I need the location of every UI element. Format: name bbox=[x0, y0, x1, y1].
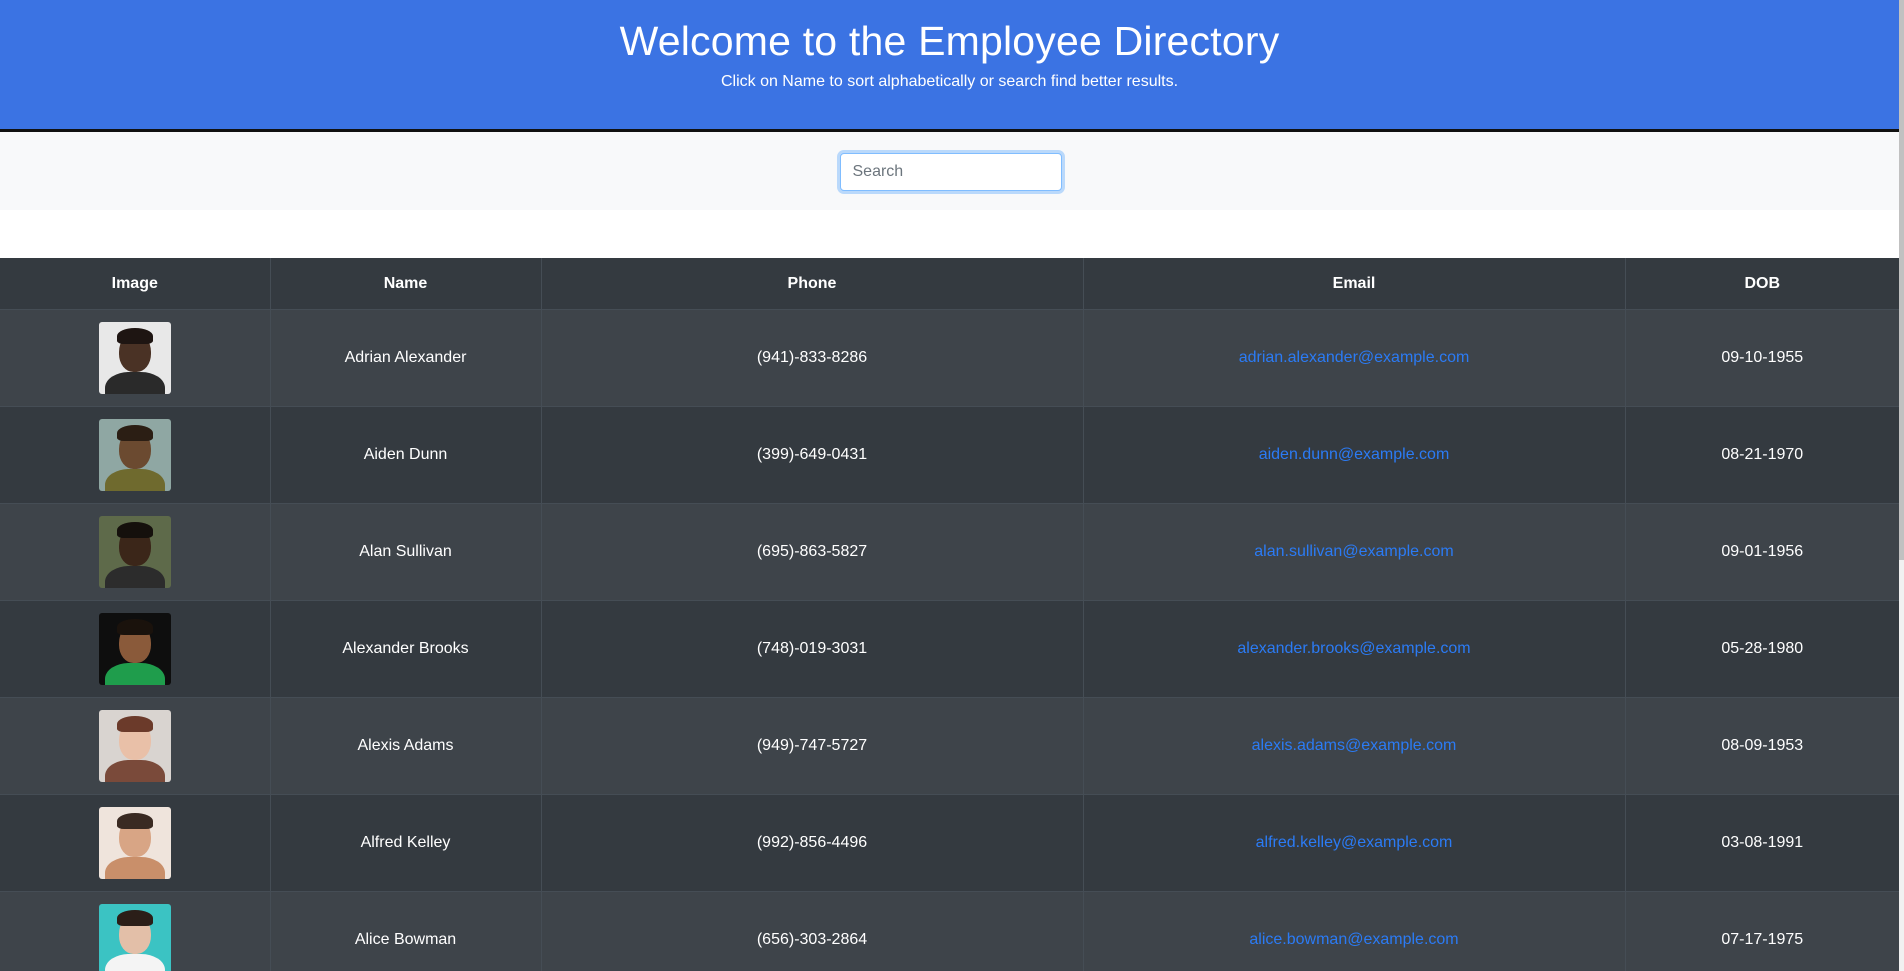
image-cell bbox=[0, 891, 271, 971]
employee-avatar bbox=[98, 710, 171, 782]
email-link[interactable]: alexander.brooks@example.com bbox=[1237, 640, 1470, 657]
column-header-name[interactable]: Name bbox=[270, 258, 542, 310]
table-row: Alfred Kelley (992)-856-4496 alfred.kelley… bbox=[0, 794, 1899, 892]
email-link[interactable]: adrian.alexander@example.com bbox=[1239, 349, 1470, 366]
search-bar bbox=[0, 132, 1899, 210]
image-cell bbox=[0, 309, 271, 407]
email-cell: alan.sullivan@example.com bbox=[1083, 503, 1626, 601]
email-link[interactable]: aiden.dunn@example.com bbox=[1259, 446, 1450, 463]
name-cell: Aiden Dunn bbox=[270, 406, 542, 504]
avatar-body bbox=[104, 857, 165, 879]
dob-cell: 08-21-1970 bbox=[1625, 406, 1899, 504]
avatar-body bbox=[104, 566, 165, 588]
phone-cell: (656)-303-2864 bbox=[541, 891, 1084, 971]
page-title: Welcome to the Employee Directory bbox=[619, 18, 1280, 64]
column-header-email: Email bbox=[1083, 258, 1626, 310]
name-cell: Alan Sullivan bbox=[270, 503, 542, 601]
name-cell: Alexis Adams bbox=[270, 697, 542, 795]
vertical-scrollbar[interactable] bbox=[1899, 0, 1904, 971]
image-cell bbox=[0, 406, 271, 504]
content: Welcome to the Employee Directory Click … bbox=[0, 0, 1899, 971]
column-header-image: Image bbox=[0, 258, 271, 310]
employee-avatar bbox=[98, 807, 171, 879]
avatar-hair bbox=[116, 522, 153, 538]
jumbotron-header: Welcome to the Employee Directory Click … bbox=[0, 0, 1899, 132]
email-link[interactable]: alan.sullivan@example.com bbox=[1254, 543, 1453, 560]
email-link[interactable]: alfred.kelley@example.com bbox=[1256, 834, 1453, 851]
avatar-body bbox=[104, 760, 165, 782]
avatar-body bbox=[104, 663, 165, 685]
email-cell: aiden.dunn@example.com bbox=[1083, 406, 1626, 504]
search-input[interactable] bbox=[839, 153, 1062, 191]
dob-cell: 07-17-1975 bbox=[1625, 891, 1899, 971]
dob-cell: 08-09-1953 bbox=[1625, 697, 1899, 795]
phone-cell: (949)-747-5727 bbox=[541, 697, 1084, 795]
email-cell: alexis.adams@example.com bbox=[1083, 697, 1626, 795]
avatar-hair bbox=[116, 813, 153, 829]
table-body: Adrian Alexander (941)-833-8286 adrian.ale… bbox=[0, 309, 1899, 971]
avatar-body bbox=[104, 372, 165, 394]
phone-cell: (399)-649-0431 bbox=[541, 406, 1084, 504]
email-cell: alice.bowman@example.com bbox=[1083, 891, 1626, 971]
dob-cell: 05-28-1980 bbox=[1625, 600, 1899, 698]
email-link[interactable]: alexis.adams@example.com bbox=[1252, 737, 1457, 754]
header-row: Image Name Phone Email DOB bbox=[0, 258, 1899, 310]
email-cell: alfred.kelley@example.com bbox=[1083, 794, 1626, 892]
name-cell: Alice Bowman bbox=[270, 891, 542, 971]
email-cell: adrian.alexander@example.com bbox=[1083, 309, 1626, 407]
name-cell: Alexander Brooks bbox=[270, 600, 542, 698]
email-cell: alexander.brooks@example.com bbox=[1083, 600, 1626, 698]
phone-cell: (748)-019-3031 bbox=[541, 600, 1084, 698]
email-link[interactable]: alice.bowman@example.com bbox=[1249, 931, 1458, 948]
employee-avatar bbox=[98, 419, 171, 491]
employee-avatar bbox=[98, 904, 171, 971]
avatar-hair bbox=[116, 716, 153, 732]
page-subtitle: Click on Name to sort alphabetically or … bbox=[720, 73, 1179, 90]
employee-avatar bbox=[98, 516, 171, 588]
table-header: Image Name Phone Email DOB bbox=[0, 258, 1899, 310]
dob-cell: 03-08-1991 bbox=[1625, 794, 1899, 892]
avatar-hair bbox=[116, 425, 153, 441]
page: Welcome to the Employee Directory Click … bbox=[0, 0, 1904, 971]
phone-cell: (941)-833-8286 bbox=[541, 309, 1084, 407]
employee-table: Image Name Phone Email DOB Adrian Alexan… bbox=[0, 258, 1899, 971]
avatar-hair bbox=[116, 328, 153, 344]
scrollbar-thumb[interactable] bbox=[1899, 0, 1904, 560]
table-row: Alice Bowman (656)-303-2864 alice.bowman@e… bbox=[0, 891, 1899, 971]
dob-cell: 09-01-1956 bbox=[1625, 503, 1899, 601]
table-row: Aiden Dunn (399)-649-0431 aiden.dunn@examp… bbox=[0, 406, 1899, 504]
table-row: Alexander Brooks (748)-019-3031 alexander.… bbox=[0, 600, 1899, 698]
avatar-body bbox=[104, 469, 165, 491]
name-cell: Adrian Alexander bbox=[270, 309, 542, 407]
name-cell: Alfred Kelley bbox=[270, 794, 542, 892]
image-cell bbox=[0, 794, 271, 892]
dob-cell: 09-10-1955 bbox=[1625, 309, 1899, 407]
phone-cell: (695)-863-5827 bbox=[541, 503, 1084, 601]
avatar-hair bbox=[116, 910, 153, 926]
table-row: Alexis Adams (949)-747-5727 alexis.adams@e… bbox=[0, 697, 1899, 795]
employee-avatar bbox=[98, 322, 171, 394]
image-cell bbox=[0, 697, 271, 795]
avatar-hair bbox=[116, 619, 153, 635]
image-cell bbox=[0, 600, 271, 698]
column-header-phone: Phone bbox=[541, 258, 1084, 310]
image-cell bbox=[0, 503, 271, 601]
spacer bbox=[0, 210, 1899, 258]
column-header-dob: DOB bbox=[1625, 258, 1899, 310]
table-row: Adrian Alexander (941)-833-8286 adrian.ale… bbox=[0, 309, 1899, 407]
table-row: Alan Sullivan (695)-863-5827 alan.sullivan… bbox=[0, 503, 1899, 601]
avatar-body bbox=[104, 954, 165, 971]
phone-cell: (992)-856-4496 bbox=[541, 794, 1084, 892]
employee-avatar bbox=[98, 613, 171, 685]
